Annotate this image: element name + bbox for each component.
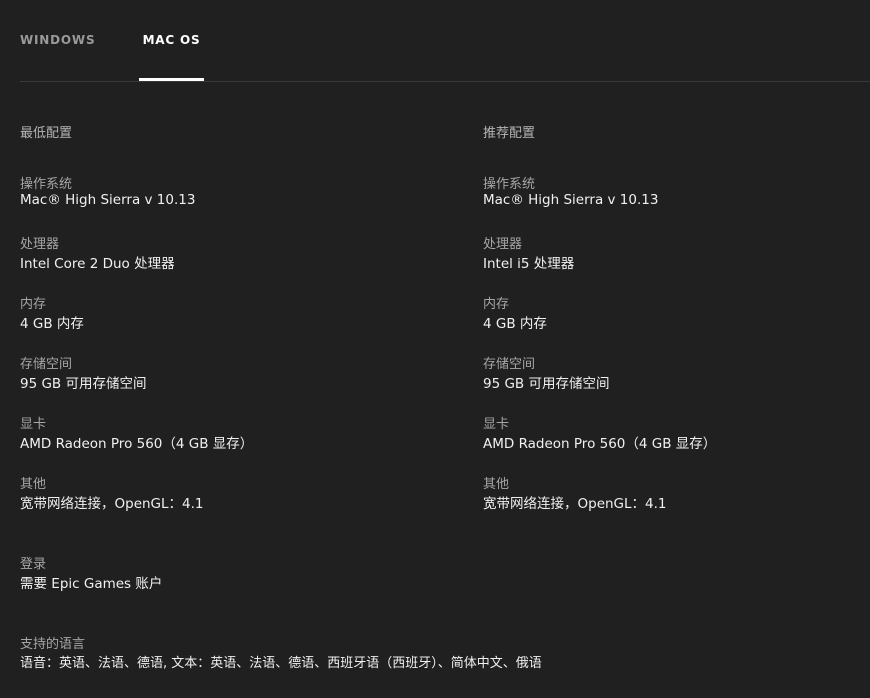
- supported-languages-value: 语音：英语、法语、德语, 文本：英语、法语、德语、西班牙语（西班牙）、简体中文、…: [20, 656, 542, 671]
- rec-memory-label: 内存: [483, 297, 510, 312]
- minimum-requirements-header: 最低配置: [20, 126, 73, 141]
- min-memory-label: 内存: [20, 297, 47, 312]
- min-os-value: Mac® High Sierra v 10.13: [20, 192, 196, 208]
- active-tab-indicator: [139, 78, 204, 81]
- min-processor-label: 处理器: [20, 237, 60, 252]
- system-requirements-page: WINDOWS MAC OS 最低配置 操作系统 Mac® High Sierr…: [0, 0, 870, 698]
- min-memory-value: 4 GB 内存: [20, 316, 84, 332]
- rec-processor-label: 处理器: [483, 237, 523, 252]
- rec-other-value: 宽带网络连接，OpenGL：4.1: [483, 496, 667, 512]
- login-label: 登录: [20, 557, 47, 572]
- rec-storage-label: 存储空间: [483, 357, 536, 372]
- rec-processor-value: Intel i5 处理器: [483, 256, 575, 272]
- min-other-value: 宽带网络连接，OpenGL：4.1: [20, 496, 204, 512]
- min-processor-value: Intel Core 2 Duo 处理器: [20, 256, 175, 272]
- rec-graphics-label: 显卡: [483, 417, 510, 432]
- rec-memory-value: 4 GB 内存: [483, 316, 547, 332]
- rec-graphics-value: AMD Radeon Pro 560（4 GB 显存）: [483, 436, 717, 452]
- rec-os-value: Mac® High Sierra v 10.13: [483, 192, 659, 208]
- min-graphics-value: AMD Radeon Pro 560（4 GB 显存）: [20, 436, 254, 452]
- recommended-requirements-header: 推荐配置: [483, 126, 536, 141]
- platform-tabs: WINDOWS MAC OS: [20, 0, 870, 82]
- min-other-label: 其他: [20, 477, 47, 492]
- supported-languages-label: 支持的语言: [20, 637, 86, 652]
- rec-os-label: 操作系统: [483, 177, 536, 192]
- rec-other-label: 其他: [483, 477, 510, 492]
- min-graphics-label: 显卡: [20, 417, 47, 432]
- min-storage-label: 存储空间: [20, 357, 73, 372]
- rec-storage-value: 95 GB 可用存储空间: [483, 376, 610, 392]
- tab-windows[interactable]: WINDOWS: [20, 0, 98, 80]
- login-value: 需要 Epic Games 账户: [20, 576, 163, 592]
- min-storage-value: 95 GB 可用存储空间: [20, 376, 147, 392]
- min-os-label: 操作系统: [20, 177, 73, 192]
- tab-mac-os[interactable]: MAC OS: [139, 0, 204, 80]
